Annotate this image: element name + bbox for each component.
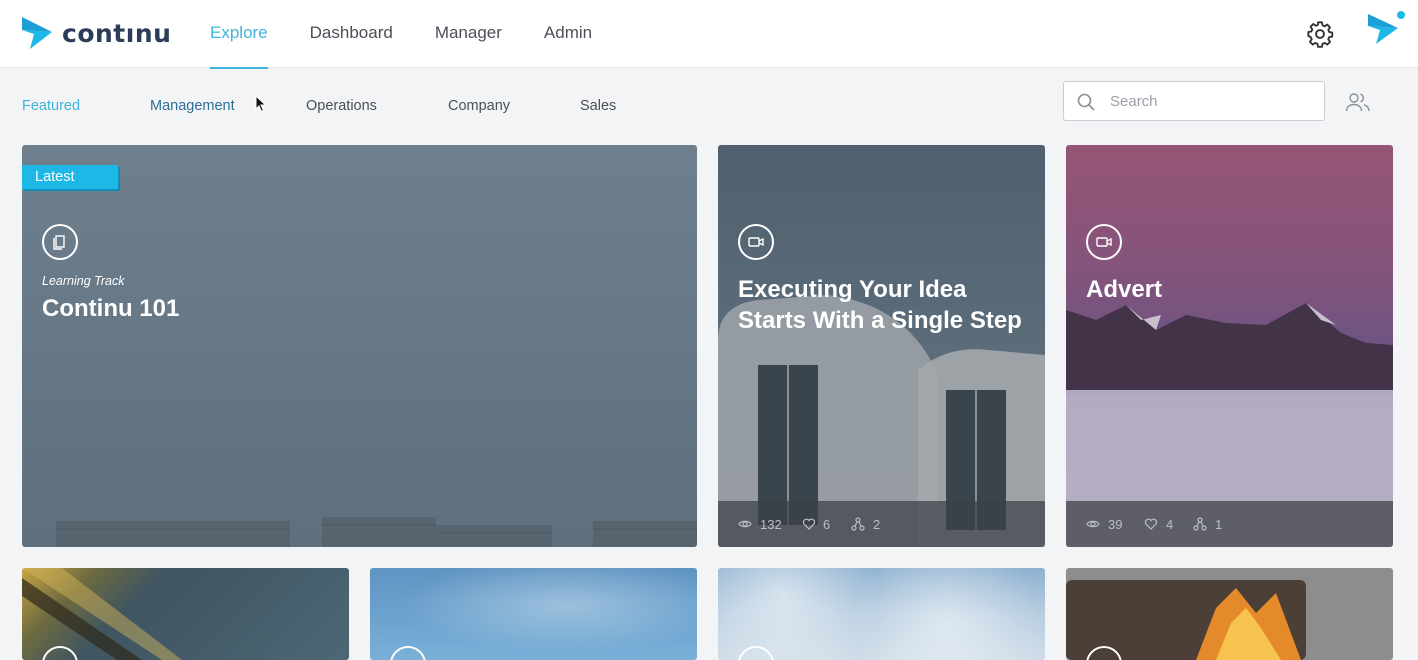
search-box xyxy=(1063,81,1325,121)
building-silhouette-image xyxy=(56,517,697,547)
card-stats-bar: 132 6 2 xyxy=(718,501,1045,547)
featured-card-advert[interactable]: Advert 39 4 1 xyxy=(1066,145,1393,547)
card-title: Continu 101 xyxy=(42,295,180,322)
logo-mark-icon xyxy=(22,17,52,49)
nav-admin[interactable]: Admin xyxy=(544,0,592,68)
category-management[interactable]: Management xyxy=(150,98,235,114)
search-input[interactable] xyxy=(1110,90,1310,112)
card-stats-bar: 39 4 1 xyxy=(1066,501,1393,547)
featured-card-executing-your-idea[interactable]: Executing Your Idea Starts With a Single… xyxy=(718,145,1045,547)
avatar-logo-icon xyxy=(1368,11,1405,44)
user-avatar[interactable] xyxy=(1366,10,1406,50)
content-card-row2-3[interactable] xyxy=(718,568,1045,660)
shares-count: 1 xyxy=(1215,517,1223,532)
views-count: 132 xyxy=(760,517,782,532)
category-sales[interactable]: Sales xyxy=(580,98,616,114)
views-count: 39 xyxy=(1108,517,1123,532)
search-icon xyxy=(1077,93,1095,111)
nav-manager[interactable]: Manager xyxy=(435,0,502,68)
main-nav: Explore Dashboard Manager Admin xyxy=(210,0,634,69)
likes-heart-icon xyxy=(802,518,816,530)
shares-count: 2 xyxy=(873,517,881,532)
card-image xyxy=(718,568,1045,660)
likes-count: 6 xyxy=(823,517,831,532)
views-eye-icon xyxy=(1086,520,1100,528)
views-eye-icon xyxy=(738,520,752,528)
featured-card-continu-101[interactable]: Learning Track Continu 101 xyxy=(22,145,697,547)
card-title: Executing Your Idea Starts With a Single… xyxy=(738,276,1022,334)
top-navigation-bar: contınu Explore Dashboard Manager Admin xyxy=(0,0,1418,69)
shares-network-icon xyxy=(851,517,865,531)
video-icon xyxy=(738,224,774,260)
card-subtitle: Learning Track xyxy=(42,274,125,288)
learning-track-icon xyxy=(42,224,78,260)
category-featured[interactable]: Featured xyxy=(22,98,80,114)
logo-text: contınu xyxy=(62,18,172,48)
shares-network-icon xyxy=(1193,517,1207,531)
card-image xyxy=(22,568,182,660)
card-overlay xyxy=(1066,145,1393,547)
mouse-cursor-icon xyxy=(255,95,267,113)
people-icon[interactable] xyxy=(1345,91,1371,113)
card-overlay xyxy=(718,145,1045,547)
content-card-row2-4[interactable] xyxy=(1066,568,1393,660)
content-card-row2-1[interactable] xyxy=(22,568,349,660)
category-company[interactable]: Company xyxy=(448,98,510,114)
card-title: Advert xyxy=(1086,276,1163,303)
nav-dashboard[interactable]: Dashboard xyxy=(310,0,393,68)
continu-logo[interactable]: contınu xyxy=(22,17,171,49)
content-card-row2-2[interactable] xyxy=(370,568,697,660)
settings-gear-icon[interactable] xyxy=(1306,20,1334,48)
latest-badge: Latest xyxy=(22,165,118,189)
likes-count: 4 xyxy=(1166,517,1174,532)
category-operations[interactable]: Operations xyxy=(306,98,377,114)
card-image xyxy=(370,568,697,660)
nav-explore[interactable]: Explore xyxy=(210,0,268,69)
card-image xyxy=(1066,580,1306,660)
likes-heart-icon xyxy=(1144,518,1158,530)
video-icon xyxy=(1086,224,1122,260)
